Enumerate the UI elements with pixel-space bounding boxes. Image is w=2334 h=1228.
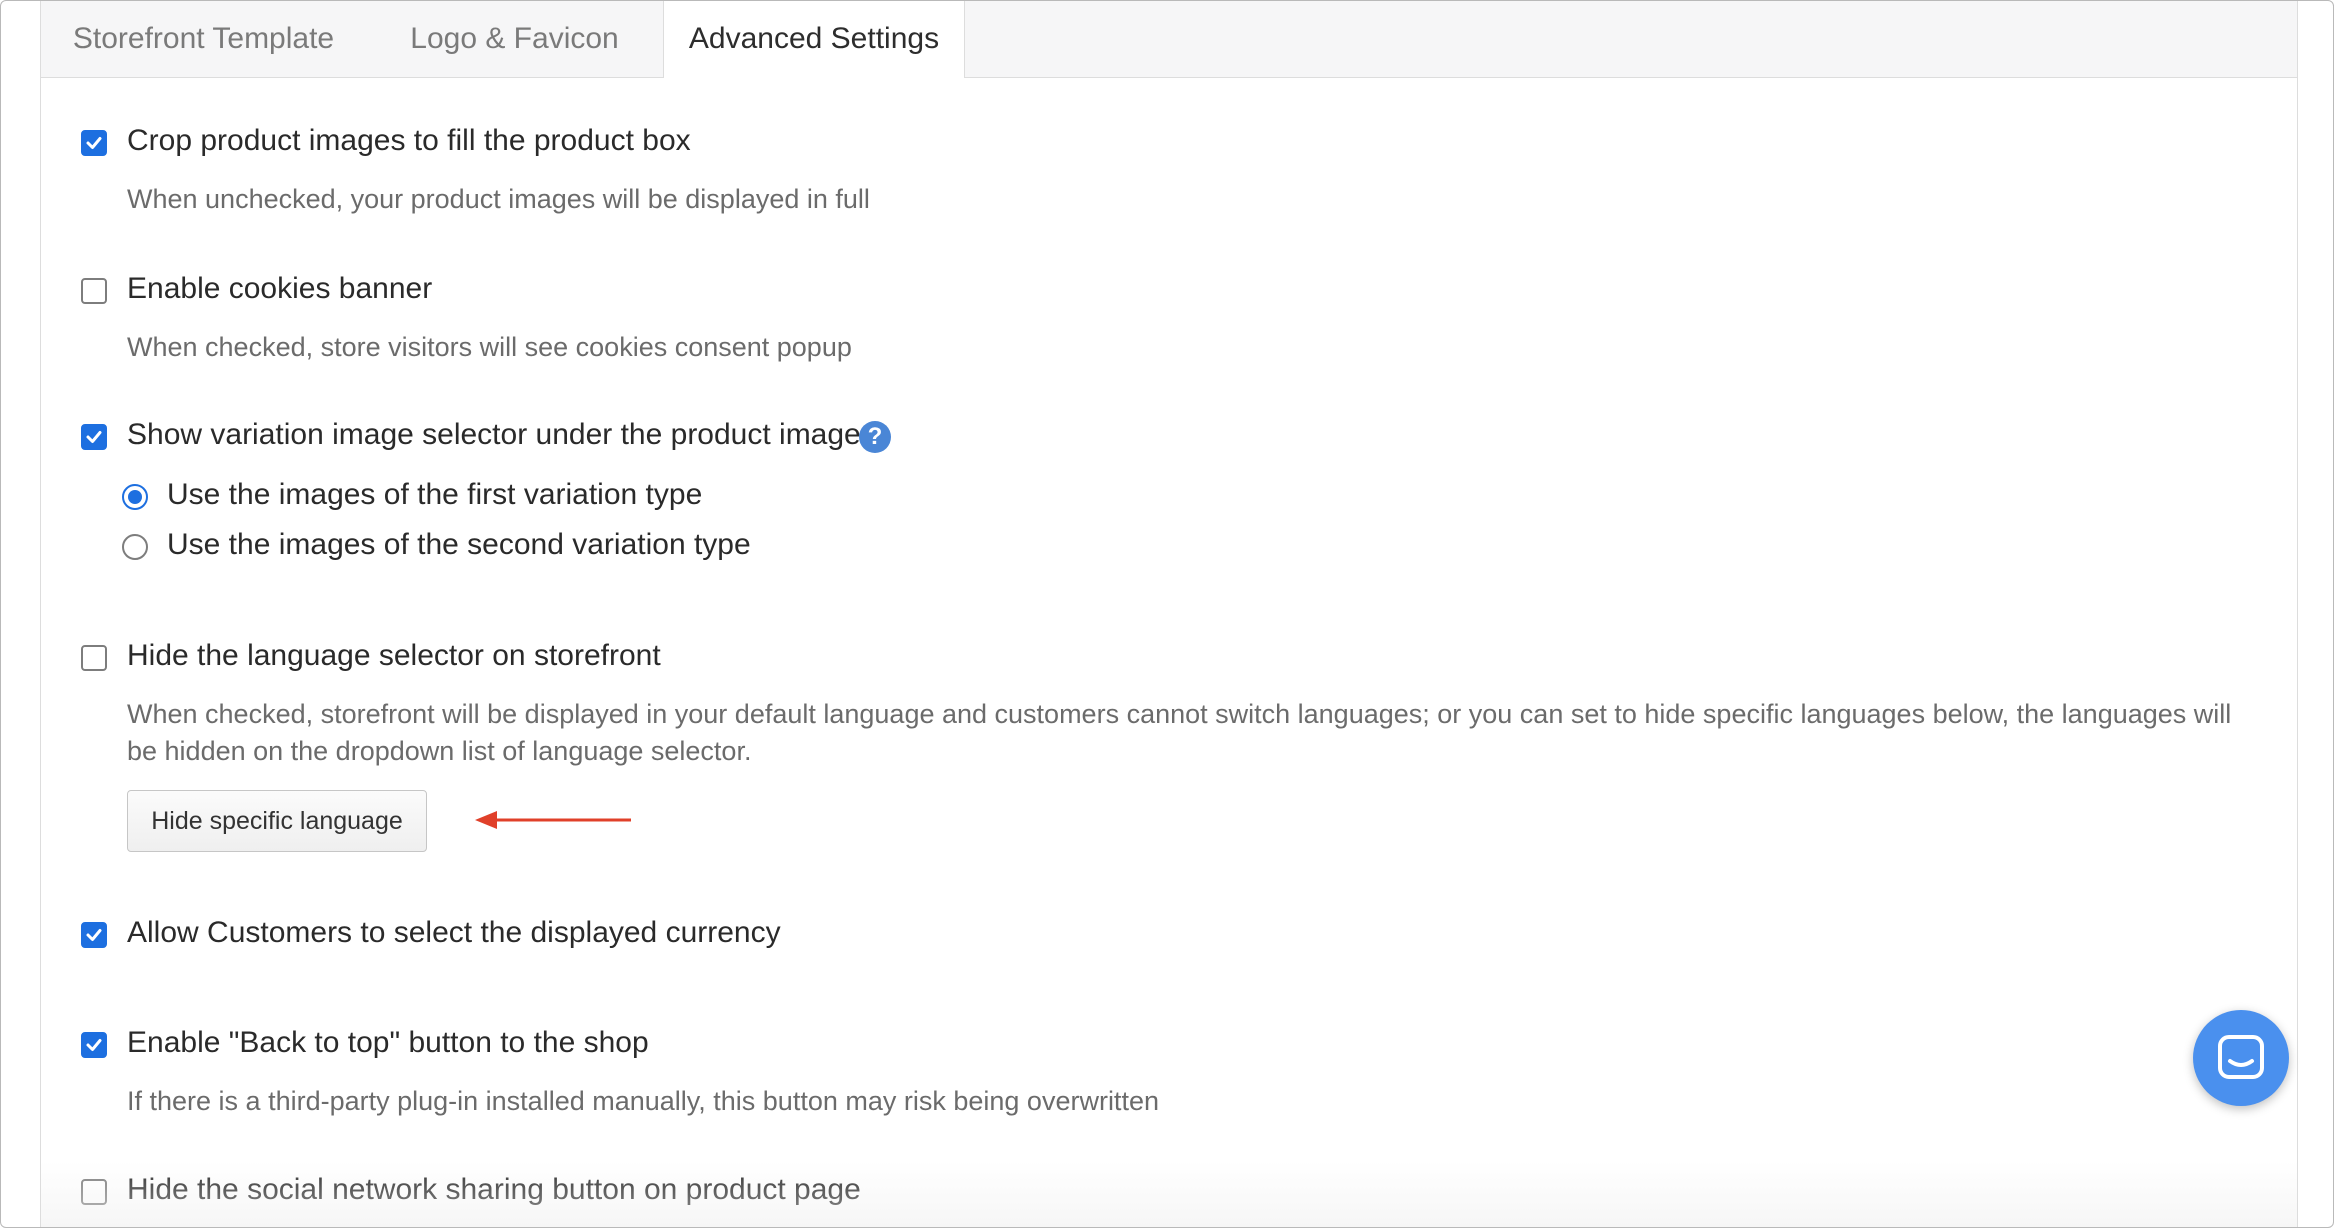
back-to-top-label[interactable]: Enable "Back to top" button to the shop	[127, 1026, 649, 1060]
hide-language-checkbox[interactable]	[81, 645, 107, 671]
back-to-top-description: If there is a third-party plug-in instal…	[127, 1086, 1159, 1116]
cookies-banner-description: When checked, store visitors will see co…	[127, 332, 852, 362]
checkmark-icon	[86, 137, 102, 149]
back-to-top-checkbox[interactable]	[81, 1032, 107, 1058]
radio-second-variation-label[interactable]: Use the images of the second variation t…	[167, 528, 751, 562]
hide-social-label[interactable]: Hide the social network sharing button o…	[127, 1173, 861, 1207]
window-frame: Storefront Template Logo & Favicon Advan…	[0, 0, 2334, 1228]
hide-language-description-line2: be hidden on the dropdown list of langua…	[127, 736, 752, 766]
arrow-left-icon	[475, 811, 631, 829]
checkmark-icon	[86, 431, 102, 443]
radio-second-variation[interactable]	[122, 534, 148, 560]
checkmark-icon	[86, 1039, 102, 1051]
chat-widget-button[interactable]	[2193, 1010, 2289, 1106]
settings-panel: Storefront Template Logo & Favicon Advan…	[40, 1, 2298, 1227]
cookies-banner-label[interactable]: Enable cookies banner	[127, 272, 432, 306]
cookies-banner-checkbox[interactable]	[81, 278, 107, 304]
checkmark-icon	[86, 929, 102, 941]
chat-bubble-icon	[2218, 1035, 2264, 1079]
hide-language-label[interactable]: Hide the language selector on storefront	[127, 639, 661, 673]
tab-logo-favicon[interactable]: Logo & Favicon	[366, 1, 663, 77]
tab-bar: Storefront Template Logo & Favicon Advan…	[41, 1, 2297, 78]
tab-advanced-settings[interactable]: Advanced Settings	[663, 1, 965, 78]
radio-first-variation-label[interactable]: Use the images of the first variation ty…	[167, 478, 702, 512]
hide-specific-language-button[interactable]: Hide specific language	[127, 790, 427, 852]
select-currency-label[interactable]: Allow Customers to select the displayed …	[127, 916, 781, 950]
crop-images-checkbox[interactable]	[81, 130, 107, 156]
crop-images-description: When unchecked, your product images will…	[127, 184, 870, 214]
hide-language-description: When checked, storefront will be display…	[127, 696, 2287, 770]
crop-images-label[interactable]: Crop product images to fill the product …	[127, 124, 691, 158]
hide-social-checkbox[interactable]	[81, 1179, 107, 1205]
question-circle-icon[interactable]: ?	[859, 421, 891, 453]
hide-language-description-line1: When checked, storefront will be display…	[127, 699, 2232, 729]
variation-selector-checkbox[interactable]	[81, 424, 107, 450]
radio-first-variation[interactable]	[122, 484, 148, 510]
variation-selector-label[interactable]: Show variation image selector under the …	[127, 418, 861, 452]
tab-storefront-template[interactable]: Storefront Template	[41, 1, 366, 77]
select-currency-checkbox[interactable]	[81, 922, 107, 948]
